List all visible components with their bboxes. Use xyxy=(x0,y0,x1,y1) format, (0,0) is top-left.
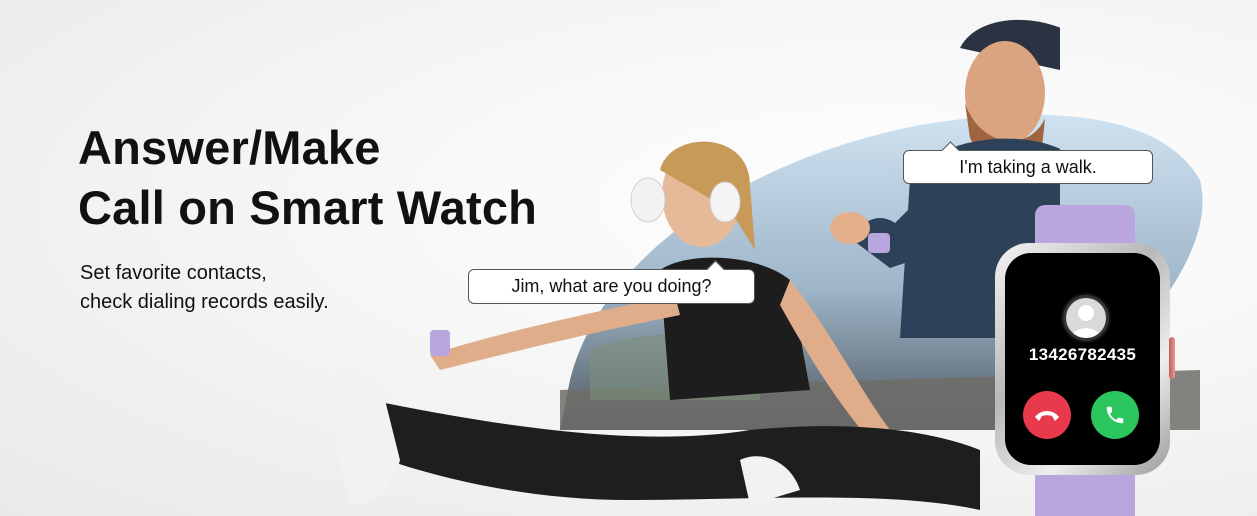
avatar-icon xyxy=(1063,295,1109,341)
accept-call-icon xyxy=(1106,406,1124,424)
speech-bubble-man: I'm taking a walk. xyxy=(903,150,1153,184)
product-banner: Answer/Make Call on Smart Watch Set favo… xyxy=(0,0,1257,516)
speech-bubble-woman: Jim, what are you doing? xyxy=(468,269,755,304)
caller-phone-number: 13426782435 xyxy=(1028,345,1137,364)
smart-watch: 13426782435 xyxy=(985,205,1185,516)
watch-crown xyxy=(1169,337,1175,379)
woman-figure xyxy=(334,141,980,510)
subtext: Set favorite contacts, check dialing rec… xyxy=(80,259,329,317)
decline-call-icon xyxy=(1035,411,1059,421)
subtext-line-1: Set favorite contacts, xyxy=(80,262,267,284)
accept-call-button[interactable] xyxy=(1091,391,1139,439)
decline-call-button[interactable] xyxy=(1023,391,1071,439)
subtext-line-2: check dialing records easily. xyxy=(80,291,329,313)
